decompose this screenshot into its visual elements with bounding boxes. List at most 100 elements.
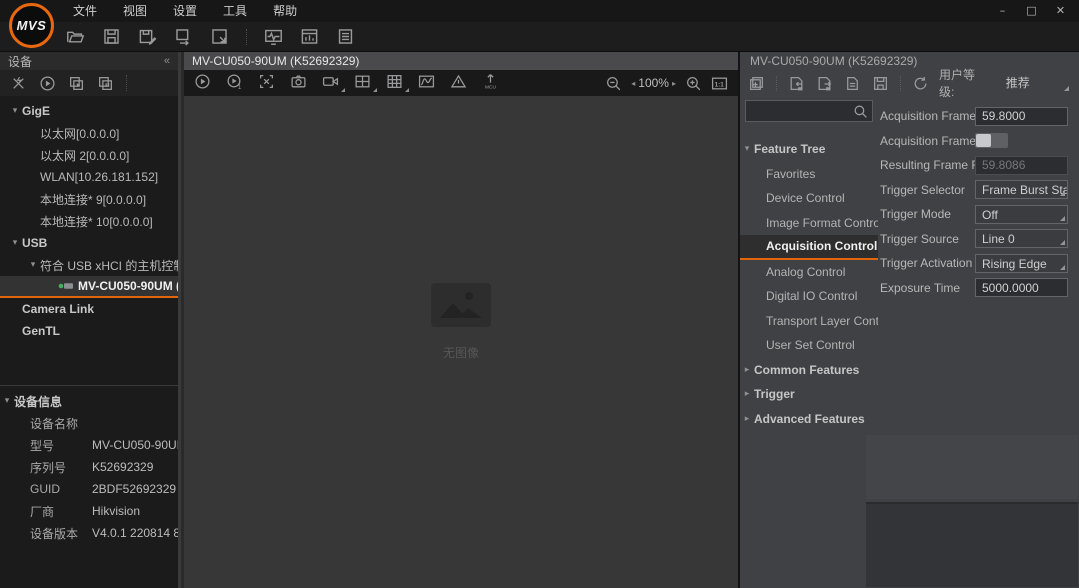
device-tree-item[interactable]: GenTL (0, 320, 178, 342)
chevron-right-icon[interactable]: ▸ (740, 414, 754, 424)
menu-file[interactable]: 文件 (60, 0, 110, 22)
upload-mcu-button[interactable]: MCU (482, 73, 499, 93)
menu-bar: 文件视图设置工具帮助 (60, 0, 310, 22)
device-tree-item[interactable]: 以太网 2[0.0.0.0] (0, 144, 178, 166)
exposure-time-input[interactable] (975, 278, 1068, 297)
collapse-panel-button[interactable]: « (164, 55, 170, 67)
zoom-out-icon[interactable] (605, 75, 622, 92)
feature-item-analog-control[interactable]: Analog Control (740, 260, 878, 285)
device-tree-item[interactable]: ▾GigE (0, 100, 178, 122)
device-tree-item[interactable]: 以太网[0.0.0.0] (0, 122, 178, 144)
split-view-button[interactable] (354, 73, 371, 93)
menu-help[interactable]: 帮助 (260, 0, 310, 22)
device-info-row: 设备名称 (0, 412, 178, 434)
acquisition-frame-rate-input[interactable] (975, 107, 1068, 126)
import-config-icon[interactable] (788, 75, 805, 92)
trigger-mode-select[interactable]: Off (975, 205, 1068, 224)
layout-icon[interactable] (300, 27, 319, 46)
feature-item-trigger[interactable]: ▸Trigger (740, 382, 878, 407)
save-icon[interactable] (102, 27, 121, 46)
svg-text:1: 1 (238, 84, 242, 90)
chevron-down-icon[interactable]: ▾ (8, 106, 22, 116)
device-toolbar (0, 70, 178, 96)
feature-item-transport-layer-cont[interactable]: Transport Layer Cont... (740, 309, 878, 334)
property-detail-box (866, 502, 1078, 587)
resulting-frame-rate-input (975, 156, 1068, 175)
doc-view-icon[interactable] (844, 75, 861, 92)
device-tree-item[interactable]: 本地连接* 9[0.0.0.0] (0, 188, 178, 210)
device-info-header[interactable]: ▾ 设备信息 (0, 386, 178, 412)
chevron-right-icon[interactable]: ▸ (740, 389, 754, 399)
acquisition-frame-rate-enable-toggle[interactable] (975, 133, 1008, 148)
save-config-icon[interactable] (872, 75, 889, 92)
stop-all-icon[interactable] (97, 75, 114, 92)
info-value: Hikvision (92, 504, 140, 518)
menu-view[interactable]: 视图 (110, 0, 160, 22)
minimize-button[interactable]: – (988, 0, 1017, 22)
chevron-down-icon[interactable]: ▾ (740, 144, 754, 154)
trigger-activation-select[interactable]: Rising Edge (975, 254, 1068, 273)
menu-settings[interactable]: 设置 (160, 0, 210, 22)
grid-view-button[interactable] (386, 73, 403, 93)
start-acquisition-icon[interactable] (39, 75, 56, 92)
histogram-button[interactable] (418, 73, 435, 93)
device-tree-item[interactable]: ▾符合 USB xHCI 的主机控制器 (0, 254, 178, 276)
refresh-icon[interactable] (912, 75, 929, 92)
menu-tools[interactable]: 工具 (210, 0, 260, 22)
chevron-right-icon[interactable]: ▸ (740, 365, 754, 375)
fit-window-button[interactable] (258, 73, 275, 93)
caret-down-icon[interactable] (405, 88, 409, 92)
trigger-source-select[interactable]: Line 0 (975, 229, 1068, 248)
chevron-down-icon[interactable]: ▾ (26, 260, 40, 270)
start-acquisition-button[interactable] (194, 73, 211, 93)
chevron-down-icon[interactable]: ▾ (8, 238, 22, 248)
maximize-button[interactable]: □ (1017, 0, 1046, 22)
info-label: 型号 (30, 437, 92, 454)
open-folder-icon[interactable] (66, 27, 85, 46)
play-once-button[interactable]: 1 (226, 73, 243, 93)
feature-item-user-set-control[interactable]: User Set Control (740, 333, 878, 358)
start-all-icon[interactable] (68, 75, 85, 92)
feature-item-acquisition-control[interactable]: Acquisition Control (740, 235, 878, 260)
record-button[interactable] (322, 73, 339, 93)
viewer-tab[interactable]: MV-CU050-90UM (K52692329) (184, 52, 738, 70)
device-tree-item[interactable]: ▾USB (0, 232, 178, 254)
device-tree-item-selected[interactable]: MV-CU050-90UM (K5269... (0, 276, 178, 298)
feature-item-favorites[interactable]: Favorites (740, 162, 878, 187)
one-to-one-icon[interactable]: 1:1 (711, 75, 728, 92)
search-icon[interactable] (852, 103, 869, 120)
storage-icon[interactable] (336, 27, 355, 46)
transfer-icon[interactable] (174, 27, 193, 46)
export-config-icon[interactable] (816, 75, 833, 92)
properties-toolbar-icons (748, 75, 929, 92)
tree-item-label: 以太网[0.0.0.0] (40, 125, 119, 142)
viewer-toolbar-icons: 1 MCU (194, 73, 499, 93)
caret-down-icon[interactable] (373, 88, 377, 92)
device-tree-item[interactable]: Camera Link (0, 298, 178, 320)
feature-item-common-features[interactable]: ▸Common Features (740, 358, 878, 383)
no-image-text: 无图像 (443, 344, 479, 361)
property-label: Trigger Mode (880, 207, 975, 221)
disconnect-icon[interactable] (10, 75, 27, 92)
zoom-in-icon[interactable] (685, 75, 702, 92)
caret-down-icon[interactable] (341, 88, 345, 92)
new-window-icon[interactable] (210, 27, 229, 46)
feature-item-feature-tree[interactable]: ▾Feature Tree (740, 137, 878, 162)
warning-button[interactable] (450, 73, 467, 93)
device-tree-item[interactable]: 本地连接* 10[0.0.0.0] (0, 210, 178, 232)
feature-item-advanced-features[interactable]: ▸Advanced Features (740, 407, 878, 432)
device-tree-item[interactable]: WLAN[10.26.181.152] (0, 166, 178, 188)
save-as-icon[interactable] (138, 27, 157, 46)
feature-search-box (745, 100, 873, 122)
feature-item-digital-io-control[interactable]: Digital IO Control (740, 284, 878, 309)
feature-item-device-control[interactable]: Device Control (740, 186, 878, 211)
user-level-select[interactable]: 推荐 (998, 74, 1071, 93)
close-button[interactable]: ✕ (1046, 0, 1075, 22)
waveform-icon[interactable] (264, 27, 283, 46)
add-favorite-icon[interactable] (748, 75, 765, 92)
feature-item-image-format-control[interactable]: Image Format Control (740, 211, 878, 236)
tree-item-label: WLAN[10.26.181.152] (40, 170, 158, 184)
trigger-selector-select[interactable]: Frame Burst Star... (975, 180, 1068, 199)
zoom-level-select[interactable]: ◂ 100% ▸ (631, 76, 676, 90)
snapshot-button[interactable] (290, 73, 307, 93)
